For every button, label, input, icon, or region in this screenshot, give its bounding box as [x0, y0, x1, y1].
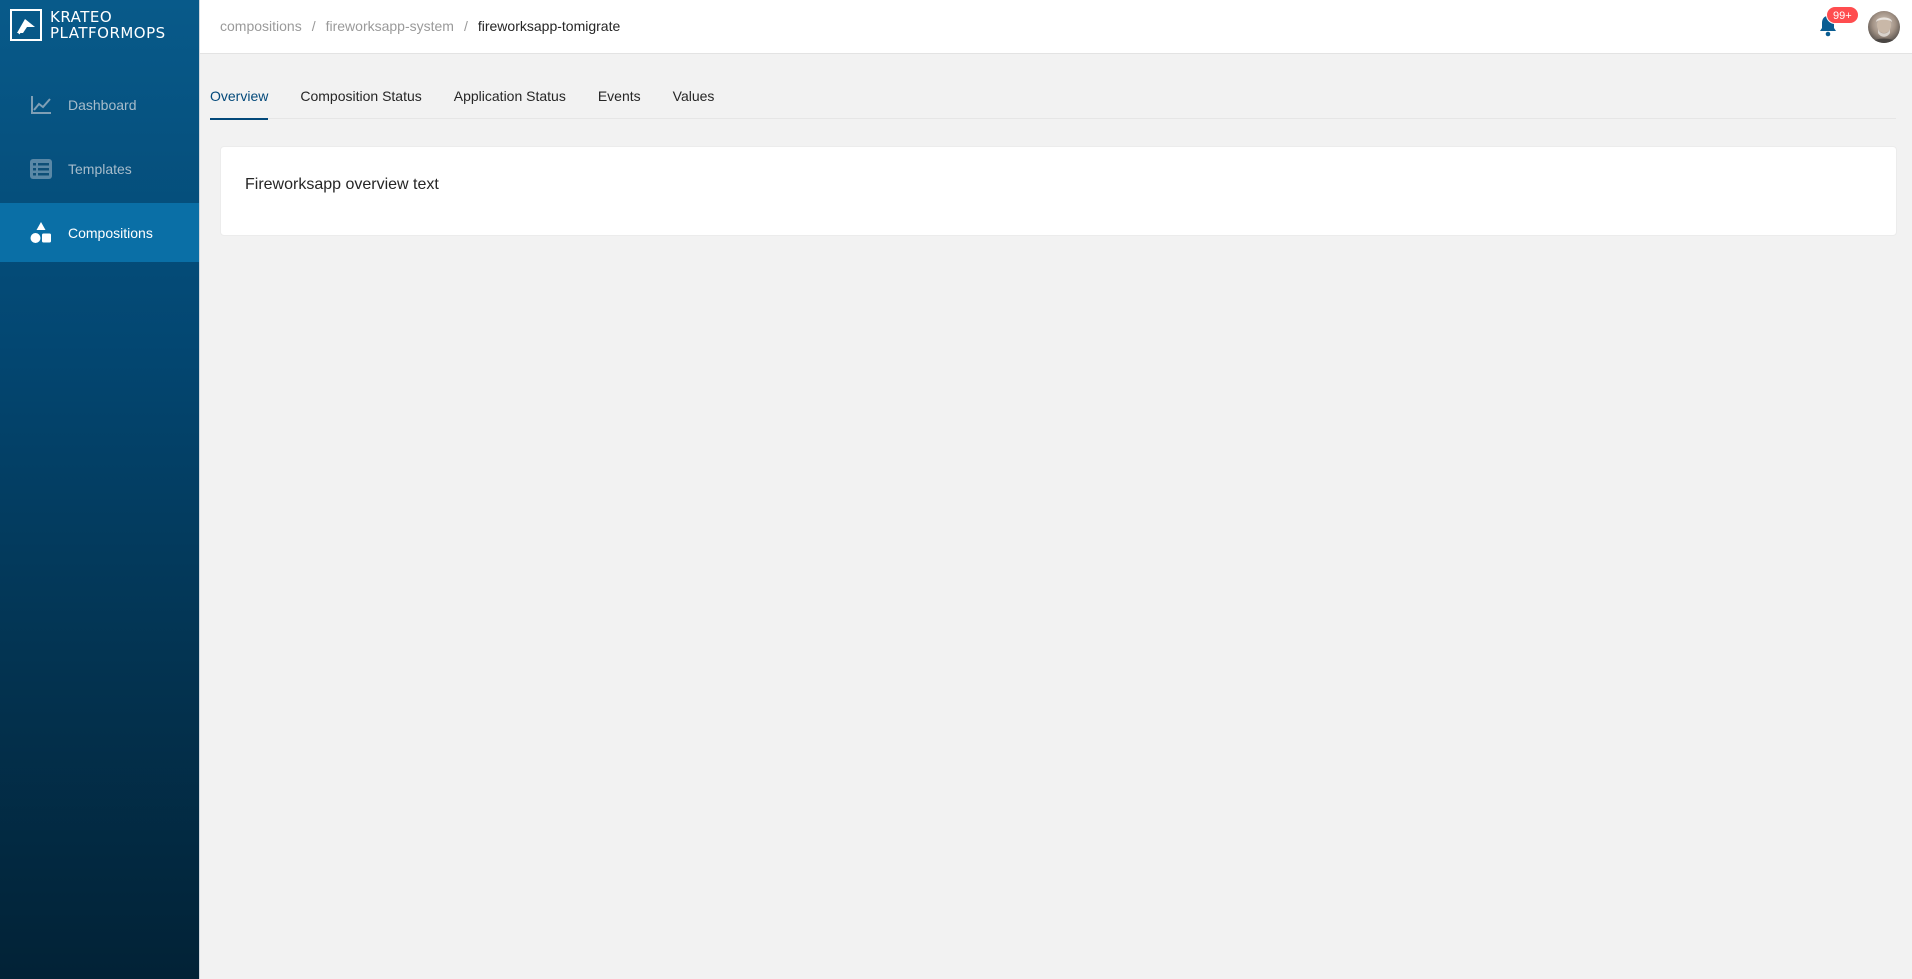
line-chart-icon [29, 93, 53, 117]
sidebar-item-compositions[interactable]: Compositions [0, 203, 199, 262]
detail-tabs: Overview Composition Status Application … [210, 76, 1896, 120]
brand-line-1: KRATEO [50, 8, 113, 26]
top-bar: compositions / fireworksapp-system / fir… [200, 0, 1912, 54]
user-avatar[interactable] [1868, 11, 1900, 43]
list-icon [29, 157, 53, 181]
krateo-logo-icon [10, 9, 42, 41]
brand-logo[interactable]: KRATEO PLATFORMOPS [10, 8, 166, 42]
sidebar-item-label: Dashboard [68, 96, 137, 113]
overview-text: Fireworksapp overview text [245, 176, 439, 193]
breadcrumb: compositions / fireworksapp-system / fir… [220, 18, 620, 34]
brand-name: KRATEO PLATFORMOPS [50, 9, 166, 41]
sidebar-item-templates[interactable]: Templates [0, 139, 199, 198]
shapes-icon [29, 221, 53, 245]
app-root: KRATEO PLATFORMOPS Dashboard Templates C… [0, 0, 1912, 979]
breadcrumb-separator: / [311, 18, 316, 34]
tab-application-status[interactable]: Application Status [454, 76, 566, 119]
sidebar-item-label: Templates [68, 160, 132, 177]
breadcrumb-link-namespace[interactable]: fireworksapp-system [326, 18, 454, 34]
breadcrumb-separator: / [463, 18, 468, 34]
sidebar-item-label: Compositions [68, 224, 153, 241]
notification-count-badge: 99+ [1826, 6, 1859, 24]
tab-values[interactable]: Values [673, 76, 715, 119]
overview-card: Fireworksapp overview text [220, 146, 1897, 236]
sidebar-nav: Dashboard Templates Compositions [0, 75, 199, 267]
brand-line-2: PLATFORMOPS [50, 24, 166, 42]
tab-events[interactable]: Events [598, 76, 641, 119]
tab-overview[interactable]: Overview [210, 76, 269, 120]
breadcrumb-current: fireworksapp-tomigrate [477, 18, 621, 34]
sidebar: KRATEO PLATFORMOPS Dashboard Templates C… [0, 0, 200, 979]
sidebar-item-dashboard[interactable]: Dashboard [0, 75, 199, 134]
tab-composition-status[interactable]: Composition Status [300, 76, 421, 119]
breadcrumb-link-compositions[interactable]: compositions [220, 18, 302, 34]
